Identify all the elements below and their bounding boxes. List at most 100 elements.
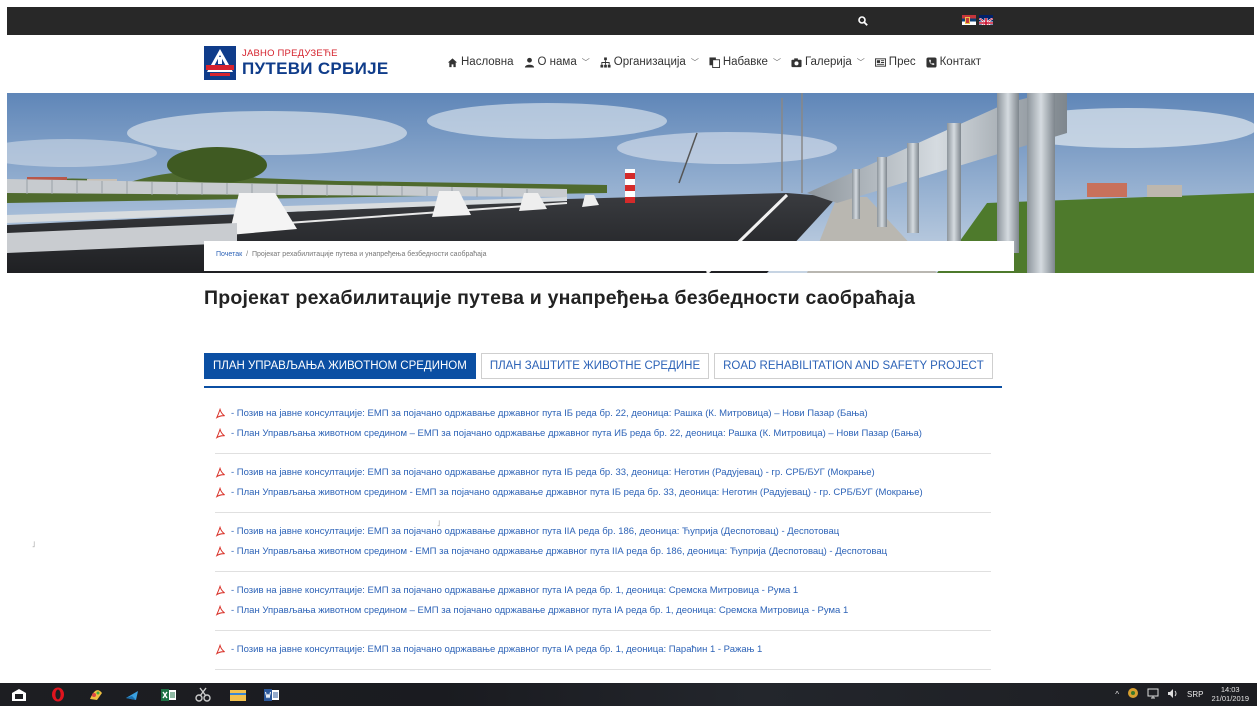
nav-item-organization[interactable]: Организација ﹀ (600, 56, 699, 68)
nav-item-home[interactable]: Насловна (447, 56, 514, 68)
breadcrumb-separator: / (246, 251, 249, 258)
document-title: - Позив на јавне консултације: ЕМП за по… (231, 644, 763, 655)
stray-mark: ˩ (32, 540, 36, 549)
nav-label: Организација (613, 56, 686, 68)
document-link[interactable]: - Позив на јавне консултације: ЕМП за по… (215, 643, 991, 656)
pdf-icon (215, 584, 226, 596)
sitemap-icon (600, 56, 611, 68)
document-title: - Позив на јавне консултације: ЕМП за по… (231, 585, 799, 596)
document-title: - План Управљања животном средином – ЕМП… (231, 605, 849, 616)
breadcrumb-current: Пројекат рехабилитације путева и унапређ… (251, 251, 487, 258)
nav-item-procurement[interactable]: Набавке ﹀ (709, 56, 781, 68)
home-icon (447, 57, 458, 67)
document-title: - Позив на јавне консултације: ЕМП за по… (231, 467, 875, 478)
document-title: - Позив на јавне консултације: ЕМП за по… (231, 408, 868, 419)
clock-date: 21/01/2019 (1211, 694, 1249, 703)
tab-road-rehabilitation-project[interactable]: ROAD REHABILITATION AND SAFETY PROJECT (714, 353, 993, 379)
opera-icon (52, 687, 64, 702)
top-bar (7, 7, 1254, 35)
logo-subtitle: ЈАВНО ПРЕДУЗЕЋЕ (242, 48, 338, 60)
nav-item-gallery[interactable]: Галерија ﹀ (791, 56, 865, 68)
taskbar-opera[interactable] (49, 686, 67, 703)
document-group: - Позив на јавне консултације: ЕМП за по… (215, 399, 991, 454)
site-header: ЈАВНО ПРЕДУЗЕЋЕ ПУТЕВИ СРБИЈЕ Насловна О… (7, 35, 1254, 93)
taskbar-word[interactable] (263, 686, 281, 703)
document-group: - Позив на јавне консултације: ЕМП за по… (215, 635, 991, 670)
pdf-icon (215, 466, 226, 478)
document-link[interactable]: - Позив на јавне консултације: ЕМП за по… (215, 584, 991, 597)
taskbar-app[interactable] (123, 686, 141, 703)
flag-uk-icon[interactable] (979, 15, 993, 25)
document-link[interactable]: - Позив на јавне консултације: ЕМП за по… (215, 407, 991, 420)
tray-app-icon[interactable] (1127, 687, 1139, 701)
stray-mark: ˩ (437, 519, 441, 528)
nav-label: Набавке (722, 56, 768, 68)
network-icon[interactable] (1147, 688, 1159, 701)
excel-icon (161, 688, 176, 701)
nav-item-press[interactable]: Прес (874, 56, 916, 68)
document-link[interactable]: - План Управљања животном средином – ЕМП… (215, 427, 991, 440)
nav-item-about[interactable]: О нама ﹀ (524, 56, 590, 68)
document-group: - Позив на јавне консултације: ЕМП за по… (215, 517, 991, 572)
site-logo[interactable]: ЈАВНО ПРЕДУЗЕЋЕ ПУТЕВИ СРБИЈЕ (204, 46, 388, 80)
user-icon (524, 57, 534, 68)
start-button[interactable] (10, 686, 28, 703)
document-group: - Позив на јавне консултације: ЕМП за по… (215, 576, 991, 631)
breadcrumb: Почетак / Пројекат рехабилитације путева… (204, 241, 1014, 271)
document-title: - План Управљања животном средином - ЕМП… (231, 487, 923, 498)
input-language[interactable]: SRP (1187, 690, 1203, 699)
search-button[interactable] (845, 7, 881, 35)
breadcrumb-home-link[interactable]: Почетак (216, 251, 242, 258)
language-switcher (962, 15, 993, 25)
document-link[interactable]: - План Управљања животном средином – ЕМП… (215, 604, 991, 617)
page-title: Пројекат рехабилитације путева и унапређ… (204, 287, 916, 309)
document-link[interactable]: - План Управљања животном средином - ЕМП… (215, 486, 991, 499)
chevron-up-icon[interactable]: ^ (1115, 690, 1119, 699)
document-group: - Позив на јавне консултације: ЕМП за по… (215, 458, 991, 513)
pdf-icon (215, 427, 226, 439)
document-title: - План Управљања животном средином – ЕМП… (231, 428, 922, 439)
nav-label: Прес (888, 56, 916, 68)
chevron-down-icon: ﹀ (690, 57, 699, 67)
document-link[interactable]: - Позив на јавне консултације: ЕМП за по… (215, 466, 991, 479)
chevron-down-icon: ﹀ (772, 57, 781, 67)
document-list: - Позив на јавне консултације: ЕМП за по… (215, 399, 991, 674)
nav-label: Контакт (939, 56, 982, 68)
chevron-down-icon: ﹀ (856, 57, 865, 67)
taskbar-paint[interactable] (87, 686, 105, 703)
volume-icon[interactable] (1167, 688, 1179, 701)
taskbar-snipping-tool[interactable] (194, 686, 212, 703)
tab-environmental-protection-plan[interactable]: ПЛАН ЗАШТИТЕ ЖИВОТНЕ СРЕДИНЕ (480, 353, 710, 379)
clock[interactable]: 14:03 21/01/2019 (1211, 685, 1249, 703)
phone-icon (926, 56, 937, 68)
pdf-icon (215, 486, 226, 498)
pdf-icon (215, 407, 226, 419)
windows-taskbar: ^ SRP 14:03 21/01/2019 (0, 683, 1257, 706)
taskbar-excel[interactable] (160, 686, 178, 703)
taskbar-file-explorer[interactable] (229, 686, 247, 703)
newspaper-icon (874, 57, 886, 67)
nav-label: О нама (537, 56, 577, 68)
tab-environmental-management-plan[interactable]: ПЛАН УПРАВЉАЊА ЖИВОТНОМ СРЕДИНОМ (204, 353, 476, 379)
nav-label: Насловна (461, 56, 514, 68)
camera-icon (791, 57, 802, 67)
document-link[interactable]: - План Управљања животном средином - ЕМП… (215, 545, 991, 558)
document-title: - План Управљања животном средином - ЕМП… (231, 546, 888, 557)
putevi-srbije-logo-icon (204, 46, 236, 80)
pdf-icon (215, 525, 226, 537)
clock-time: 14:03 (1220, 685, 1240, 694)
main-nav: Насловна О нама ﹀ Организација ﹀ Набавке… (447, 56, 991, 68)
copy-icon (709, 56, 720, 68)
document-link[interactable]: - Позив на јавне консултације: ЕМП за по… (215, 525, 991, 538)
tab-bar: ПЛАН УПРАВЉАЊА ЖИВОТНОМ СРЕДИНОМ ПЛАН ЗА… (204, 353, 1002, 388)
flag-serbia-icon[interactable] (962, 15, 976, 25)
nav-label: Галерија (804, 56, 852, 68)
nav-item-contact[interactable]: Контакт (926, 56, 981, 68)
chevron-down-icon: ﹀ (581, 57, 590, 67)
pdf-icon (215, 643, 226, 655)
system-tray: ^ SRP 14:03 21/01/2019 (1115, 685, 1249, 703)
browser-page: ЈАВНО ПРЕДУЗЕЋЕ ПУТЕВИ СРБИЈЕ Насловна О… (7, 7, 1254, 683)
screen: ЈАВНО ПРЕДУЗЕЋЕ ПУТЕВИ СРБИЈЕ Насловна О… (0, 0, 1257, 706)
logo-title: ПУТЕВИ СРБИЈЕ (242, 58, 389, 78)
pdf-icon (215, 604, 226, 616)
